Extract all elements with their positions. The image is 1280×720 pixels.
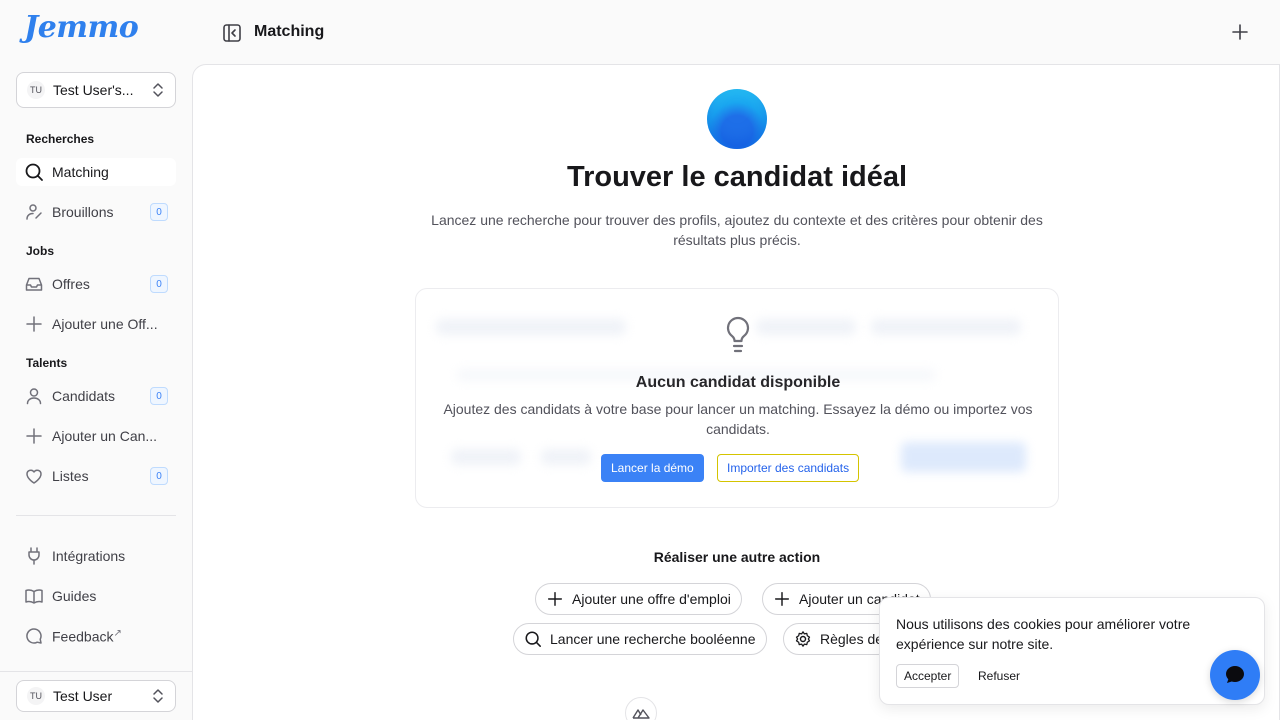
blurred-placeholder [756,319,856,335]
user-menu[interactable]: TU Test User [16,680,176,712]
sidebar-item-label: Offres [52,276,90,292]
book-icon [25,589,43,604]
sidebar-item-label: Guides [52,588,97,604]
sidebar-item-label: Listes [52,468,89,484]
plus-icon [26,428,42,444]
nuxt-logo-icon[interactable] [625,697,657,720]
plus-icon[interactable] [1230,22,1250,42]
page-title: Matching [254,23,325,40]
user-avatar: TU [27,687,45,705]
sidebar-item-label: Brouillons [52,204,114,220]
sidebar-footer-divider [0,671,192,672]
lightbulb-icon [726,316,750,353]
launch-demo-button[interactable]: Lancer la démo [601,454,704,482]
sidebar-item-listes[interactable]: Listes 0 [16,462,176,490]
other-actions-title: Réaliser une autre action [653,549,821,565]
pill-label: Ajouter une offre d'emploi [572,591,731,607]
heart-icon [26,469,42,484]
sidebar-item-guides[interactable]: Guides [16,582,176,610]
hero-subtitle: Lancez une recherche pour trouver des pr… [431,212,1043,248]
refuse-cookies-button[interactable]: Refuser [978,664,1020,688]
sidebar-toggle-icon[interactable] [222,23,242,43]
section-label-jobs: Jobs [26,244,55,258]
workspace-avatar: TU [27,81,45,99]
count-badge: 0 [150,387,168,405]
sidebar-item-add-candidate[interactable]: Ajouter un Can... [16,422,176,450]
add-job-offer-button[interactable]: Ajouter une offre d'emploi [535,583,742,615]
sidebar-item-label: Ajouter un Can... [52,428,158,444]
sidebar-item-matching[interactable]: Matching [16,158,176,186]
sidebar-item-label: Candidats [52,388,116,404]
external-link-icon: ↗ [113,627,122,639]
sidebar-item-label: Matching [52,164,109,180]
blurred-placeholder [541,449,591,465]
sidebar-item-offres[interactable]: Offres 0 [16,270,176,298]
chat-icon [1226,666,1244,683]
app-logo[interactable]: Jemmo [24,10,139,45]
sidebar-item-label: Feedback [52,628,114,645]
sidebar-divider [16,515,176,516]
chat-launcher-button[interactable] [1210,650,1260,700]
rules-button[interactable]: Règles de [783,623,895,655]
user-icon [26,388,42,405]
plus-icon [774,591,790,607]
workspace-name: Test User's... [53,82,134,98]
blurred-placeholder [901,442,1026,472]
inbox-icon [25,277,43,291]
cookie-banner: Nous utilisons des cookies pour améliore… [879,597,1265,705]
empty-state-subtitle: Ajoutez des candidats à votre base pour … [443,401,1033,437]
sidebar-item-brouillons[interactable]: Brouillons 0 [16,198,176,226]
blurred-placeholder [451,449,521,465]
sidebar-item-integrations[interactable]: Intégrations [16,542,176,570]
user-draft-icon [26,204,42,220]
pill-label: Lancer une recherche booléenne [550,631,756,647]
sidebar-item-label: Intégrations [52,548,126,564]
feedback-label-wrap: Feedback↗ [52,628,168,645]
sidebar: Jemmo TU Test User's... Recherches Match… [0,0,192,720]
count-badge: 0 [150,467,168,485]
import-candidates-button[interactable]: Importer des candidats [717,454,860,482]
plug-icon [28,547,40,565]
brand-orb-icon [707,89,767,149]
sidebar-item-add-offer[interactable]: Ajouter une Off... [16,310,176,338]
chevron-up-down-icon [153,689,163,703]
hero-title: Trouver le candidat idéal [566,161,908,193]
search-icon [525,631,541,647]
empty-state-card: Aucun candidat disponible Ajoutez des ca… [415,288,1059,508]
blurred-placeholder [436,319,626,335]
search-icon [25,163,43,181]
section-label-recherches: Recherches [26,132,95,146]
count-badge: 0 [150,203,168,221]
count-badge: 0 [150,275,168,293]
gear-icon [795,631,811,647]
workspace-switcher[interactable]: TU Test User's... [16,72,176,108]
accept-cookies-button[interactable]: Accepter [896,664,960,688]
sidebar-item-feedback[interactable]: Feedback↗ [16,622,176,650]
section-label-talents: Talents [26,356,68,370]
sidebar-item-label: Ajouter une Off... [52,316,158,332]
message-icon [26,628,42,644]
blurred-placeholder [871,319,1021,335]
sidebar-item-candidats[interactable]: Candidats 0 [16,382,176,410]
plus-icon [26,316,42,332]
boolean-search-button[interactable]: Lancer une recherche booléenne [513,623,767,655]
cookie-message: Nous utilisons des cookies pour améliore… [896,616,1191,652]
user-name: Test User [53,688,113,704]
empty-state-title: Aucun candidat disponible [635,374,841,391]
plus-icon [547,591,563,607]
pill-label: Règles de [820,631,884,647]
chevron-up-down-icon [153,83,163,97]
